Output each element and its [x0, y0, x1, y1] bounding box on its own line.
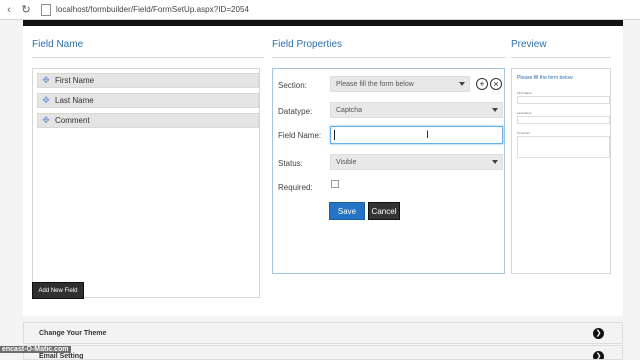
text-cursor	[334, 130, 335, 140]
add-section-button[interactable]: +	[476, 78, 488, 90]
status-label: Status:	[278, 159, 303, 168]
field-item-last-name[interactable]: ✥ Last Name	[37, 93, 259, 108]
divider	[511, 57, 611, 58]
preview-input	[517, 116, 610, 124]
url-field[interactable]: localhost/formbuilder/Field/FormSetUp.as…	[56, 5, 249, 14]
section-select-value: Please fill the form below	[336, 80, 414, 88]
divider	[272, 57, 506, 58]
move-icon[interactable]: ✥	[41, 115, 51, 126]
chevron-down-icon	[492, 108, 498, 112]
watermark: encast-O-Matic.com	[0, 346, 71, 353]
accordion-email-setting[interactable]: Email Setting ❯	[23, 345, 623, 360]
move-icon[interactable]: ✥	[41, 95, 51, 106]
chevron-down-icon	[492, 160, 498, 164]
field-name-input[interactable]: I	[330, 126, 503, 144]
page-icon	[41, 3, 51, 16]
datatype-select-value: Captcha	[336, 106, 363, 114]
datatype-select[interactable]: Captcha	[330, 102, 503, 118]
add-new-field-button[interactable]: Add New Field	[32, 282, 84, 299]
field-item-label: Last Name	[55, 96, 94, 105]
status-select-value: Visible	[336, 158, 357, 166]
accordion-label: Email Setting	[39, 353, 84, 360]
preview-title: Preview	[511, 39, 547, 50]
field-name-label: Field Name:	[278, 131, 322, 140]
save-button[interactable]: Save	[329, 202, 365, 220]
chevron-down-icon	[459, 82, 465, 86]
preview-field-label: Last Name	[517, 111, 532, 115]
preview-panel: Please fill the form below First Name La…	[511, 68, 611, 274]
cancel-button[interactable]: Cancel	[368, 202, 400, 220]
reload-icon[interactable]: ↻	[19, 3, 33, 17]
back-arrow-icon[interactable]: ‹	[3, 4, 15, 16]
field-properties-panel: Section: Please fill the form below + × …	[272, 68, 505, 274]
preview-field-label: First Name	[517, 91, 532, 95]
main-panel: Field Name Field Properties Preview ✥ Fi…	[23, 26, 623, 316]
field-list: ✥ First Name ✥ Last Name ✥ Comment	[32, 68, 260, 298]
status-select[interactable]: Visible	[330, 154, 503, 170]
field-properties-title: Field Properties	[272, 39, 343, 50]
preview-heading: Please fill the form below	[517, 75, 573, 81]
ibeam-cursor-icon: I	[426, 129, 430, 141]
preview-textarea	[517, 136, 610, 158]
accordion-change-theme[interactable]: Change Your Theme ❯	[23, 322, 623, 344]
preview-input	[517, 96, 610, 104]
field-item-label: Comment	[55, 116, 90, 125]
field-item-comment[interactable]: ✥ Comment	[37, 113, 259, 128]
move-icon[interactable]: ✥	[41, 75, 51, 86]
chevron-right-icon: ❯	[593, 351, 604, 359]
section-label: Section:	[278, 81, 307, 90]
field-item-label: First Name	[55, 76, 95, 85]
required-checkbox[interactable]	[331, 180, 339, 188]
remove-section-button[interactable]: ×	[490, 78, 502, 90]
accordion-label: Change Your Theme	[39, 330, 107, 337]
preview-field-label: Comment	[517, 131, 531, 135]
chevron-right-icon: ❯	[593, 328, 604, 339]
field-item-first-name[interactable]: ✥ First Name	[37, 73, 259, 88]
browser-address-bar: ‹ ↻ localhost/formbuilder/Field/FormSetU…	[0, 0, 640, 20]
required-label: Required:	[278, 183, 313, 192]
divider	[32, 57, 264, 58]
section-select[interactable]: Please fill the form below	[330, 76, 470, 92]
field-name-title: Field Name	[32, 39, 84, 50]
datatype-label: Datatype:	[278, 107, 313, 116]
